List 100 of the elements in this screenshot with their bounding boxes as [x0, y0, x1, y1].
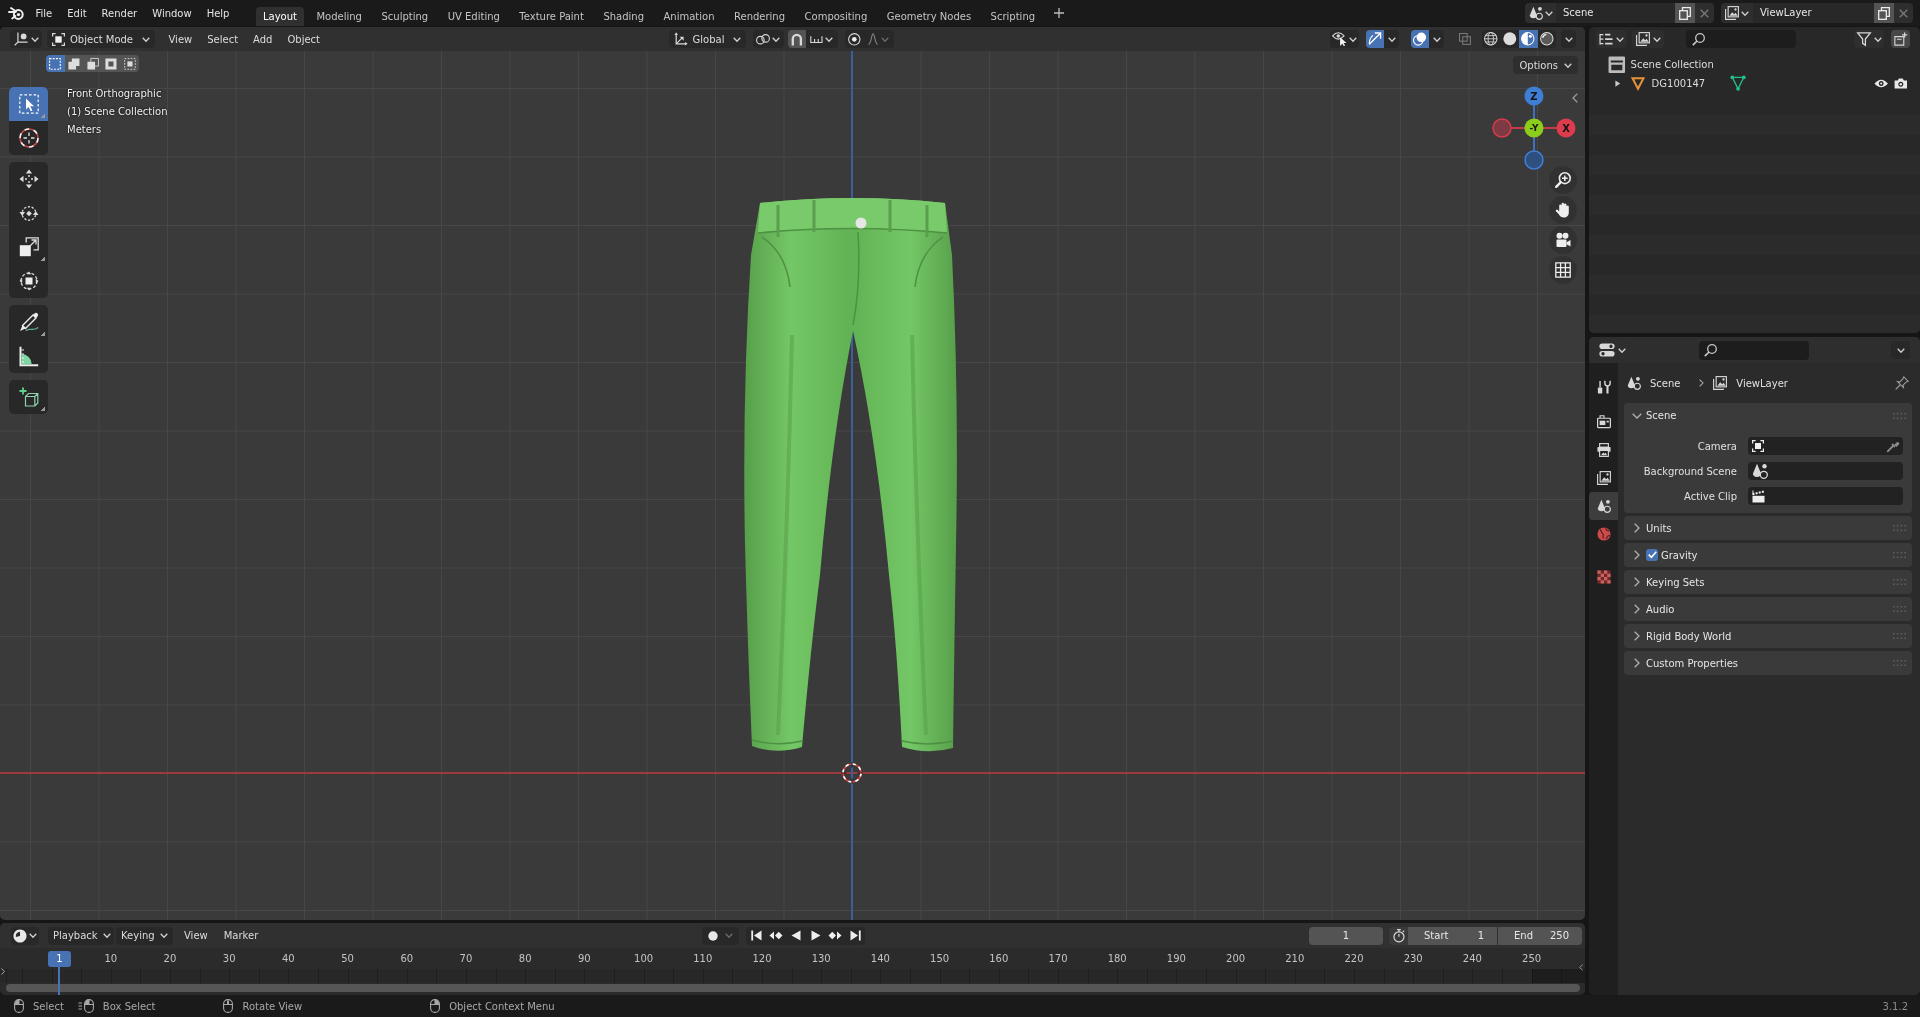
pivot-dropdown[interactable] [752, 30, 784, 48]
scene-selector-button[interactable] [1525, 3, 1556, 23]
checkbox[interactable] [1646, 549, 1658, 561]
panel-header[interactable]: Custom Properties [1624, 651, 1912, 675]
gizmo-toggle[interactable] [1366, 30, 1384, 48]
mode-dropdown[interactable]: Object Mode [47, 30, 155, 48]
orientation-dropdown[interactable]: Global [668, 30, 746, 48]
camera-icon[interactable] [1894, 77, 1908, 89]
view-layer-selector-button[interactable] [1721, 3, 1753, 23]
menu-item[interactable]: Edit [59, 4, 95, 22]
shading-mode-button[interactable] [1500, 30, 1519, 48]
selection-mode-button[interactable] [83, 55, 102, 72]
active-clip-field[interactable] [1748, 487, 1903, 505]
panel-header[interactable]: Gravity [1624, 543, 1912, 567]
logo-icon[interactable] [8, 6, 24, 20]
options-dropdown[interactable] [1891, 341, 1910, 359]
workspace-tab[interactable]: Rendering [727, 7, 793, 26]
copy-button[interactable] [1874, 3, 1894, 23]
zoom-button[interactable] [1549, 166, 1577, 194]
workspace-tab[interactable]: Scripting [983, 7, 1043, 26]
object-name[interactable]: DG100147 [1651, 78, 1706, 89]
playhead-label[interactable]: 1 [48, 951, 71, 967]
negative-axis-handle[interactable] [1524, 150, 1544, 170]
menu-item[interactable]: Window [144, 4, 200, 22]
overlay-toggle[interactable] [1411, 30, 1429, 48]
start-frame-field[interactable]: Start 1 [1408, 926, 1497, 945]
plus-icon[interactable] [1053, 8, 1064, 18]
panel-header[interactable]: Units [1624, 516, 1912, 540]
menu-item[interactable]: File [28, 4, 60, 22]
camera-view-button[interactable] [1549, 226, 1577, 254]
snap-toggle[interactable] [787, 30, 806, 48]
scene-name-field[interactable]: Scene [1556, 3, 1675, 23]
options-dropdown[interactable]: Options [1513, 56, 1578, 74]
panel-header[interactable]: Scene [1624, 403, 1912, 428]
close-button[interactable] [1695, 3, 1714, 23]
close-button[interactable] [1894, 3, 1913, 23]
selection-mode-button[interactable] [46, 55, 65, 72]
menu-item[interactable]: Marker [215, 927, 267, 944]
background-scene-field[interactable] [1748, 462, 1903, 480]
workspace-tab[interactable]: Animation [656, 7, 722, 26]
menu-dropdown[interactable]: Keying [116, 926, 173, 945]
editor-type-button[interactable] [10, 30, 42, 48]
workspace-tab[interactable]: Shading [596, 7, 651, 26]
menu-item[interactable]: Object [279, 30, 328, 48]
search-field[interactable] [1686, 30, 1796, 48]
workspace-tab[interactable]: Geometry Nodes [879, 7, 979, 26]
proportional-edit-toggle[interactable] [844, 30, 864, 48]
workspace-tab[interactable]: UV Editing [440, 7, 507, 26]
menu-item[interactable]: View [161, 30, 200, 48]
projection-toggle-button[interactable] [1549, 256, 1577, 284]
workspace-tab[interactable]: Texture Paint [512, 7, 591, 26]
preview-range-toggle[interactable] [1389, 926, 1408, 945]
gizmo-options-dropdown[interactable] [1384, 30, 1399, 48]
shading-mode-button[interactable] [1519, 30, 1538, 48]
eye-icon[interactable] [1874, 79, 1889, 88]
chevron-left-icon[interactable] [1572, 93, 1578, 103]
axis-handle[interactable] [1524, 86, 1544, 106]
xray-toggle[interactable] [1457, 30, 1473, 48]
negative-axis-handle[interactable] [1492, 118, 1512, 138]
workspace-tab[interactable]: Layout [255, 7, 304, 26]
panel-header[interactable]: Rigid Body World [1624, 624, 1912, 648]
view-layer-name-field[interactable]: ViewLayer [1753, 3, 1874, 23]
filter-dropdown[interactable] [1854, 30, 1884, 48]
end-frame-field[interactable]: End 250 [1498, 926, 1582, 945]
overlay-options-dropdown[interactable] [1429, 30, 1444, 48]
workspace-tab[interactable]: Sculpting [374, 7, 436, 26]
axis-handle[interactable] [1556, 118, 1576, 138]
workspace-tab[interactable]: Compositing [797, 7, 875, 26]
pin-icon[interactable] [1895, 376, 1909, 390]
horizontal-scrollbar[interactable] [6, 984, 1580, 992]
pan-button[interactable] [1549, 196, 1577, 224]
current-frame-field[interactable]: 1 [1309, 926, 1383, 945]
workspace-tab[interactable]: Modeling [309, 7, 369, 26]
menu-dropdown[interactable]: Playback [48, 926, 114, 945]
menu-item[interactable]: Render [94, 4, 145, 22]
selection-mode-button[interactable] [120, 55, 139, 72]
visibility-dropdown[interactable] [1330, 30, 1359, 48]
shading-mode-button[interactable] [1482, 30, 1501, 48]
disclosure-triangle-icon[interactable] [1615, 79, 1621, 88]
snap-target-dropdown[interactable] [805, 30, 838, 48]
editor-type-button[interactable] [1596, 30, 1627, 48]
properties-tab[interactable] [1589, 492, 1618, 520]
menu-item[interactable]: Select [199, 30, 246, 48]
display-mode-dropdown[interactable] [1632, 30, 1664, 48]
axis-handle[interactable] [1524, 118, 1544, 138]
camera-field[interactable] [1748, 437, 1903, 455]
shading-mode-button[interactable] [1537, 30, 1556, 48]
chevron-left-icon[interactable] [1578, 964, 1583, 971]
menu-item[interactable]: View [176, 927, 216, 944]
menu-item[interactable]: Help [199, 4, 237, 22]
auto-key-button[interactable] [702, 926, 740, 945]
viewport-canvas[interactable]: Object Mode View Select Add Object Global Front Orthographic (1) Scene Collection Meters Options Z -Y X [0, 27, 1585, 920]
menu-item[interactable]: Add [245, 30, 280, 48]
chevron-right-icon[interactable] [1, 968, 6, 975]
collection-name[interactable]: Scene Collection [1630, 59, 1714, 70]
copy-button[interactable] [1675, 3, 1695, 23]
search-field[interactable] [1699, 340, 1809, 360]
new-collection-button[interactable] [1891, 30, 1910, 48]
editor-type-button[interactable] [11, 926, 39, 945]
eyedropper-icon[interactable] [1886, 439, 1900, 453]
